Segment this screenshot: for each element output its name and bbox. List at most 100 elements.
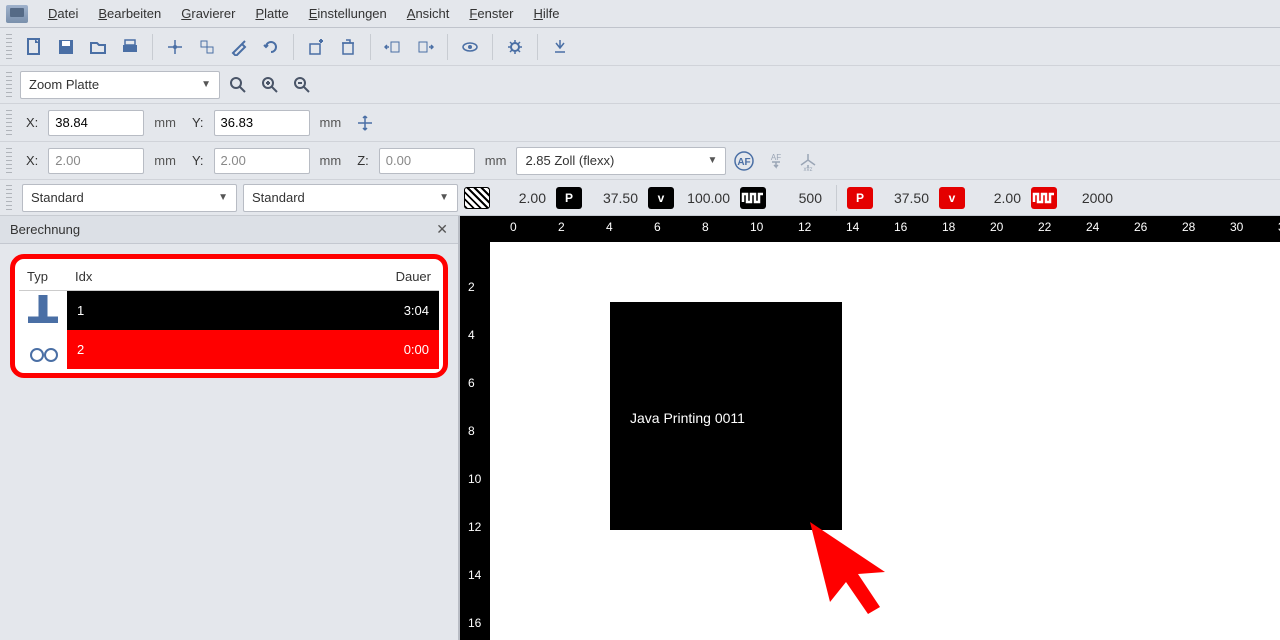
menu-hilfe[interactable]: Hilfe [524,2,570,25]
zoom-combo-label: Zoom Platte [29,77,99,92]
menu-gravierer[interactable]: Gravierer [171,2,245,25]
af-down-button[interactable]: AF [762,147,790,175]
autofocus-button[interactable]: AF [730,147,758,175]
menu-platte[interactable]: Platte [245,2,298,25]
duration-cell: 3:04 [213,291,439,331]
highlight-frame: Typ Idx Dauer 13:0420:00 [10,254,448,378]
y2-input[interactable] [214,148,310,174]
menu-bearbeiten[interactable]: Bearbeiten [88,2,171,25]
toolbar-position: X: mm Y: mm [0,104,1280,142]
velocity-icon: v [939,187,965,209]
param-value[interactable]: 2.00 [971,190,1025,206]
separator-icon [152,34,153,60]
power-icon: P [556,187,582,209]
print-button[interactable] [116,33,144,61]
main-area: Berechnung ✕ Typ Idx Dauer 13:0420:00 02… [0,216,1280,640]
y-input[interactable] [214,110,310,136]
align-button[interactable] [193,33,221,61]
ruler-corner [460,216,490,242]
menubar: DateiBearbeitenGraviererPlatteEinstellun… [0,0,1280,28]
xyz-button[interactable]: xyz [794,147,822,175]
material-right-combo[interactable]: Standard▼ [243,184,458,212]
lens-label: 2.85 Zoll (flexx) [525,153,614,168]
y2-label: Y: [186,153,210,168]
save-button[interactable] [52,33,80,61]
lens-combo[interactable]: 2.85 Zoll (flexx) ▼ [516,147,726,175]
x-label: X: [20,115,44,130]
chevron-down-icon: ▼ [439,192,449,203]
x-input[interactable] [48,110,144,136]
grip-icon [6,110,12,136]
job-object[interactable]: Java Printing 0011 [610,302,842,530]
rotate-button[interactable] [257,33,285,61]
hatch-icon [464,187,490,209]
pen-button[interactable] [225,33,253,61]
menu-ansicht[interactable]: Ansicht [397,2,460,25]
grip-icon [6,148,12,174]
zoom-in-button[interactable] [256,71,284,99]
settings-button[interactable] [501,33,529,61]
z-unit: mm [479,153,513,168]
grip-icon [6,34,12,60]
menu-datei[interactable]: Datei [38,2,88,25]
material-left-combo[interactable]: Standard▼ [22,184,237,212]
param-value[interactable]: 100.00 [680,190,734,206]
y-label: Y: [186,115,210,130]
snap-button[interactable] [161,33,189,61]
open-button[interactable] [84,33,112,61]
separator-icon [447,34,448,60]
panel-header: Berechnung ✕ [0,216,458,244]
duration-cell: 0:00 [213,330,439,369]
add-layer-button[interactable] [302,33,330,61]
zoom-out-button[interactable] [288,71,316,99]
delete-button[interactable] [334,33,362,61]
panel-title: Berechnung [10,222,80,237]
position-move-button[interactable] [351,109,379,137]
table-row[interactable]: 20:00 [19,330,439,369]
svg-text:AF: AF [738,157,751,168]
y-unit: mm [314,115,348,130]
x2-label: X: [20,153,44,168]
ruler-vertical: 246810121416 [460,242,490,640]
chevron-down-icon: ▼ [708,155,718,166]
power-icon: P [847,187,873,209]
param-value[interactable]: 2.00 [496,190,550,206]
new-button[interactable] [20,33,48,61]
x2-unit: mm [148,153,182,168]
preview-button[interactable] [456,33,484,61]
engrave-icon [28,295,58,323]
laser-button[interactable] [546,33,574,61]
col-idx: Idx [67,263,213,291]
toolbar-zoom: Zoom Platte ▼ [0,66,1280,104]
close-icon[interactable]: ✕ [436,221,448,238]
param-value[interactable]: 37.50 [879,190,933,206]
separator-icon [537,34,538,60]
canvas[interactable]: Java Printing 0011 [490,242,1280,640]
y2-unit: mm [314,153,348,168]
toolbar-file [0,28,1280,66]
zoom-fit-button[interactable] [224,71,252,99]
z-label: Z: [351,153,375,168]
col-duration: Dauer [213,263,439,291]
separator-icon [492,34,493,60]
grip-icon [6,72,12,98]
menu-fenster[interactable]: Fenster [459,2,523,25]
x-unit: mm [148,115,182,130]
material-left-label: Standard [31,190,84,205]
param-value[interactable]: 2000 [1063,190,1117,206]
job-label: Java Printing 0011 [630,410,745,426]
calculation-panel: Berechnung ✕ Typ Idx Dauer 13:0420:00 [0,216,460,640]
menu-einstellungen[interactable]: Einstellungen [299,2,397,25]
svg-text:AF: AF [771,153,781,162]
zoom-combo[interactable]: Zoom Platte ▼ [20,71,220,99]
type-cell [19,330,67,369]
table-row[interactable]: 13:04 [19,291,439,331]
move-left-button[interactable] [379,33,407,61]
z-input[interactable] [379,148,475,174]
idx-cell: 2 [67,330,213,369]
param-value[interactable]: 500 [772,190,826,206]
param-value[interactable]: 37.50 [588,190,642,206]
col-type: Typ [19,263,67,291]
x2-input[interactable] [48,148,144,174]
move-right-button[interactable] [411,33,439,61]
